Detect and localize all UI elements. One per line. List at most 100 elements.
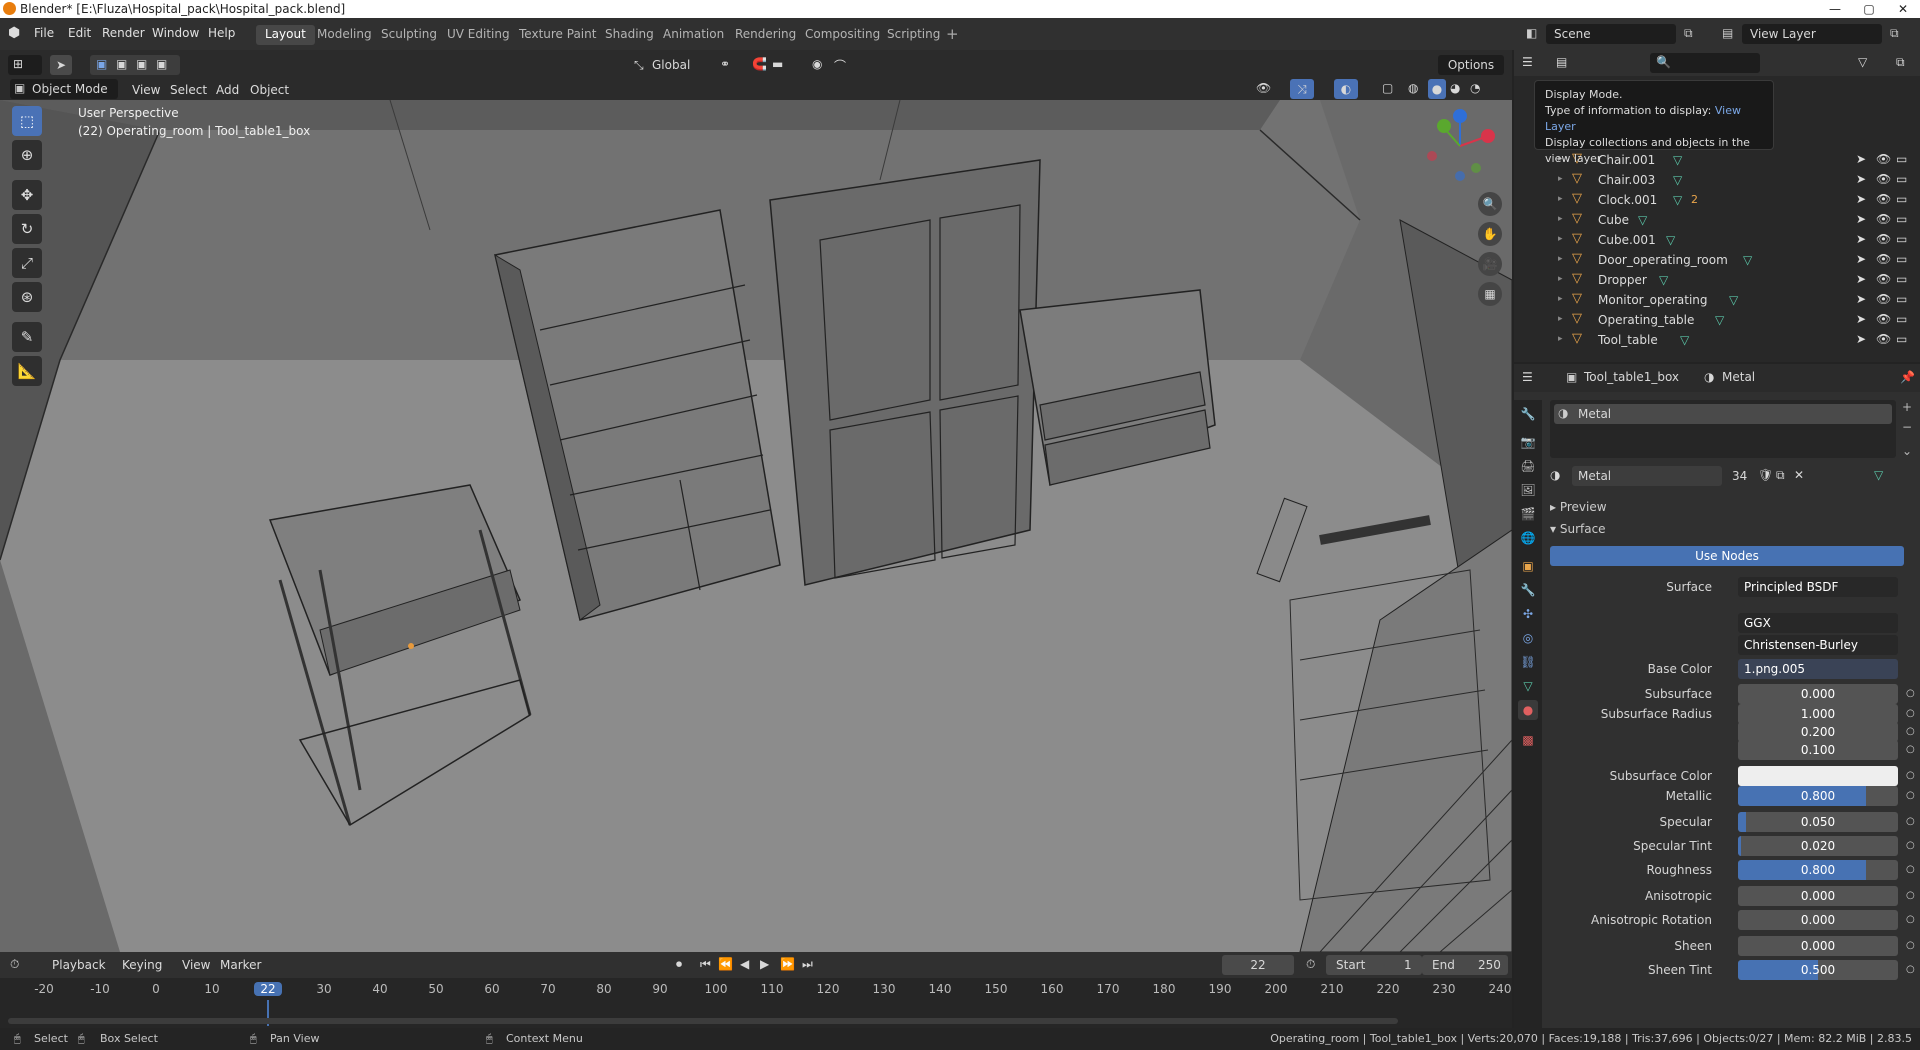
add-workspace-button[interactable]: + (946, 25, 959, 43)
outliner-item[interactable]: ▸ ▽ Cube.001 ▽ ➤ 👁 ▭ (1514, 230, 1920, 250)
expand-arrow-icon[interactable]: ▸ (1558, 254, 1563, 264)
shading-wireframe-icon[interactable]: ◍ (1408, 81, 1418, 95)
mesh-data-icon[interactable]: ▽ (1638, 213, 1647, 227)
surface-shader-field[interactable]: Principled BSDF (1738, 577, 1898, 597)
play-icon[interactable]: ▶ (760, 957, 769, 971)
add-slot-icon[interactable]: + (1902, 400, 1912, 414)
keyframe-dot-icon[interactable]: ○ (1906, 864, 1915, 875)
select-new-icon[interactable]: ▣ (96, 57, 107, 71)
current-frame-field[interactable]: 22 (1222, 955, 1294, 975)
select-tool-icon[interactable]: ➤ (50, 55, 72, 75)
filter-icon[interactable]: ▽ (1858, 55, 1867, 69)
eye-icon[interactable]: 👁 (1876, 212, 1891, 226)
timeline-menu-marker[interactable]: Marker (220, 958, 261, 972)
timeline-editor-type-icon[interactable]: ⏱ (10, 957, 19, 972)
display-mode-icon[interactable]: ▤ (1556, 55, 1567, 69)
transform-orientation-dropdown[interactable]: ⤡ Global (634, 55, 712, 75)
tab-rendering[interactable]: Rendering (726, 25, 805, 45)
selectable-icon[interactable]: ➤ (1856, 292, 1866, 306)
base-color-field[interactable]: 1.png.005 (1738, 659, 1898, 679)
preview-range-icon[interactable]: ⏱ (1306, 957, 1315, 972)
expand-arrow-icon[interactable]: ▸ (1558, 214, 1563, 224)
tool-rotate[interactable]: ↻ (12, 214, 42, 244)
expand-arrow-icon[interactable]: ▸ (1558, 194, 1563, 204)
eye-icon[interactable]: 👁 (1876, 172, 1891, 186)
jump-end-icon[interactable]: ⏭ (802, 957, 813, 972)
select-extend-icon[interactable]: ▣ (116, 57, 127, 71)
unlink-material-icon[interactable]: ✕ (1794, 468, 1804, 482)
selectable-icon[interactable]: ➤ (1856, 172, 1866, 186)
duplicate-material-icon[interactable]: ⧉ (1776, 468, 1785, 483)
expand-arrow-icon[interactable]: ▸ (1558, 174, 1563, 184)
render-visibility-icon[interactable]: ▭ (1896, 212, 1907, 226)
eye-icon[interactable]: 👁 (1876, 332, 1891, 346)
next-keyframe-icon[interactable]: ⏩ (780, 957, 795, 971)
view-layer-tab-icon[interactable]: 🖼 (1518, 480, 1538, 500)
minimize-button[interactable]: — (1818, 0, 1852, 18)
render-visibility-icon[interactable]: ▭ (1896, 332, 1907, 346)
timeline-menu-view[interactable]: View (182, 958, 210, 972)
view-layer-selector[interactable]: View Layer (1742, 24, 1882, 44)
browse-material-icon[interactable]: ◑ (1550, 468, 1560, 482)
mesh-data-icon[interactable]: ▽ (1715, 313, 1724, 327)
surface-panel-header[interactable]: ▾ Surface (1550, 522, 1606, 536)
keyframe-dot-icon[interactable]: ○ (1906, 964, 1915, 975)
new-scene-icon[interactable]: ⧉ (1684, 26, 1693, 41)
viewport-menu-select[interactable]: Select (170, 83, 207, 97)
zoom-icon[interactable]: 🔍 (1478, 192, 1502, 216)
record-icon[interactable]: ⏺ (676, 957, 682, 972)
outliner-item[interactable]: ▸ ▽ Cube ▽ ➤ 👁 ▭ (1514, 210, 1920, 230)
property-slider[interactable]: 0.000 (1738, 910, 1898, 930)
scene-tab-icon[interactable]: 🎬 (1518, 504, 1538, 524)
tab-sculpting[interactable]: Sculpting (372, 25, 446, 45)
tab-layout[interactable]: Layout (256, 25, 315, 45)
snap-icon[interactable]: 🧲 (752, 57, 767, 71)
menu-edit[interactable]: Edit (68, 26, 91, 40)
scene-selector[interactable]: Scene (1546, 24, 1676, 44)
tool-move[interactable]: ✥ (12, 180, 42, 210)
render-visibility-icon[interactable]: ▭ (1896, 232, 1907, 246)
menu-render[interactable]: Render (102, 26, 145, 40)
preview-panel-header[interactable]: ▸ Preview (1550, 500, 1607, 514)
material-user-count[interactable]: 34 (1732, 469, 1747, 483)
xray-icon[interactable]: ▢ (1382, 81, 1393, 95)
expand-arrow-icon[interactable]: ▸ (1558, 314, 1563, 324)
gizmo-toggle-icon[interactable]: ⤨ (1290, 79, 1314, 99)
editor-type-button[interactable]: ⊞ (8, 55, 42, 75)
render-visibility-icon[interactable]: ▭ (1896, 192, 1907, 206)
selectable-icon[interactable]: ➤ (1856, 232, 1866, 246)
property-slider[interactable]: 0.000 (1738, 886, 1898, 906)
start-frame-field[interactable]: Start 1 (1326, 955, 1422, 975)
snap-target-icon[interactable]: ▬ (772, 57, 783, 71)
object-tab-icon[interactable]: ▣ (1518, 556, 1538, 576)
mesh-data-icon[interactable]: ▽ (1673, 173, 1682, 187)
eye-icon[interactable]: 👁 (1876, 252, 1891, 266)
pan-hand-icon[interactable]: ✋ (1478, 222, 1502, 246)
end-frame-field[interactable]: End 250 (1422, 955, 1508, 975)
mesh-data-icon[interactable]: ▽ (1729, 293, 1738, 307)
render-visibility-icon[interactable]: ▭ (1896, 172, 1907, 186)
keyframe-dot-icon[interactable]: ○ (1906, 688, 1915, 699)
keyframe-dot-icon[interactable]: ○ (1906, 940, 1915, 951)
render-tab-icon[interactable]: 📷 (1518, 432, 1538, 452)
outliner-search-input[interactable]: 🔍 (1650, 53, 1760, 73)
select-subtract-icon[interactable]: ▣ (136, 57, 147, 71)
property-slider[interactable]: 0.050 (1738, 812, 1898, 832)
subsurface-method-dropdown[interactable]: Christensen-Burley (1738, 635, 1898, 655)
tab-shading[interactable]: Shading (596, 25, 663, 45)
tab-compositing[interactable]: Compositing (796, 25, 889, 45)
viewport-menu-view[interactable]: View (132, 83, 160, 97)
pin-icon[interactable]: 📌 (1900, 370, 1915, 384)
prev-keyframe-icon[interactable]: ⏪ (718, 957, 733, 971)
outliner-item[interactable]: ▸ ▽ Door_operating_room ▽ ➤ 👁 ▭ (1514, 250, 1920, 270)
property-slider[interactable]: 0.200 (1738, 722, 1898, 742)
expand-arrow-icon[interactable]: ▸ (1558, 274, 1563, 284)
falloff-icon[interactable]: ⌒ (834, 57, 846, 74)
eye-icon[interactable]: 👁 (1876, 292, 1891, 306)
fake-user-icon[interactable]: 🛡 (1758, 468, 1773, 482)
property-slider[interactable]: 0.000 (1738, 684, 1898, 704)
shading-material-icon[interactable]: ◕ (1450, 81, 1460, 95)
select-invert-icon[interactable]: ▣ (156, 57, 167, 71)
menu-window[interactable]: Window (152, 26, 199, 40)
timeline-menu-playback[interactable]: Playback (52, 958, 106, 972)
